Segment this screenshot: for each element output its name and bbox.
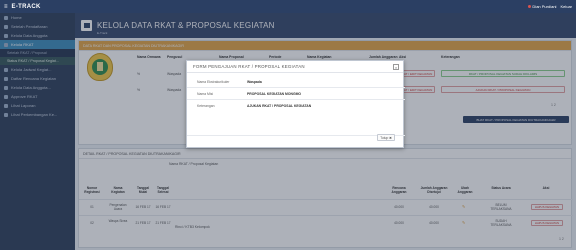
field-value-proposal: PROPOSAL KEGIATAN MONGMO <box>247 92 302 96</box>
field-label: Keterangan <box>197 104 215 108</box>
logout-link[interactable]: Keluar <box>560 4 572 9</box>
status-dot-icon <box>528 5 532 8</box>
footer-divider <box>187 135 405 136</box>
user-area: Dian Purdiani Keluar <box>528 0 572 13</box>
close-button[interactable]: Tutup ✖ <box>377 134 395 141</box>
brand: ≡ E-TRACK <box>0 0 48 13</box>
field-label: Nama Misi <box>197 92 214 96</box>
field-label: Nama Ekstrakurikuler <box>197 80 230 84</box>
field-value-organization: Waspada <box>247 80 262 84</box>
close-icon[interactable]: × <box>393 64 399 70</box>
hamburger-menu-icon[interactable]: ≡ <box>4 4 8 10</box>
user-menu[interactable]: Dian Purdiani <box>528 4 556 9</box>
app-title: E-TRACK <box>11 3 41 10</box>
top-navbar: ≡ E-TRACK Dian Purdiani Keluar <box>0 0 576 13</box>
field-value-note: AJUKAN RKAT / PROPOSAL KEGIATAN <box>247 104 312 108</box>
field-divider <box>187 87 405 88</box>
close-x-icon: ✖ <box>389 135 392 140</box>
submit-proposal-modal: FORM PENGAJUAN RKAT / PROPOSAL KEGIATAN … <box>186 60 405 148</box>
field-divider <box>187 99 405 100</box>
user-name: Dian Purdiani <box>532 4 557 9</box>
modal-title: FORM PENGAJUAN RKAT / PROPOSAL KEGIATAN <box>187 61 403 73</box>
